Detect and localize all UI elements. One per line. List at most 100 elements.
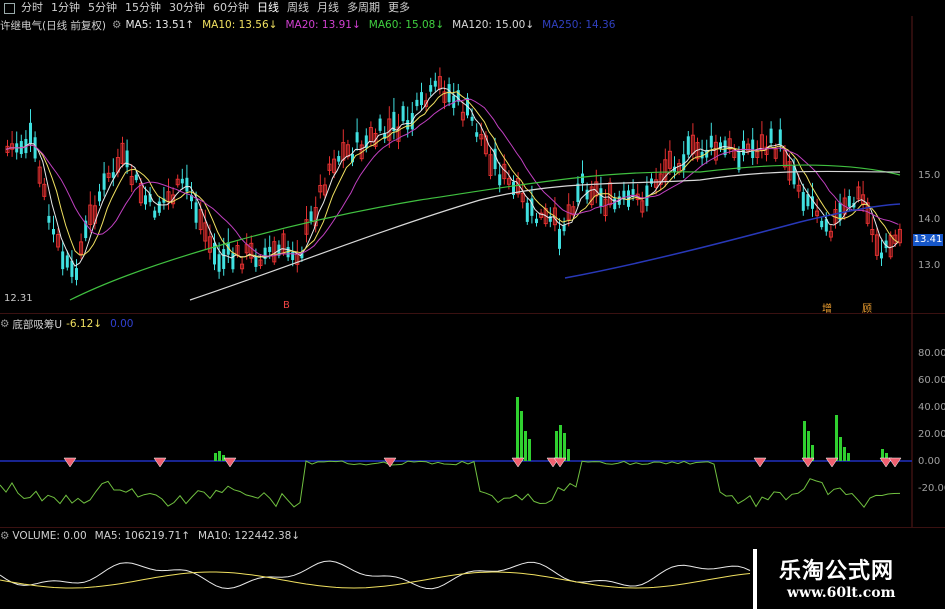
candle-body (144, 195, 147, 205)
candle-body (585, 189, 589, 200)
indicator-axis-label: 80.00 (918, 348, 945, 359)
accum-bar (520, 411, 523, 461)
candle-body (576, 183, 580, 203)
accum-bar (214, 453, 217, 461)
accum-bar (567, 449, 570, 461)
indicator-axis-label: 60.00 (918, 375, 945, 386)
candle-body (61, 251, 65, 270)
accum-line (0, 460, 901, 509)
candle-body (52, 229, 55, 235)
volume-lines (0, 560, 751, 590)
y-axis-label: 13.0 (918, 260, 941, 271)
candle-body (65, 255, 69, 268)
candle-body (231, 253, 235, 270)
candle-body (309, 211, 313, 222)
buy-signal-diamond (801, 457, 815, 468)
signal-marker: 增 (822, 304, 832, 315)
candle-body (29, 122, 32, 144)
indicator-axis-label: 40.00 (918, 402, 945, 413)
candle-body (525, 202, 529, 222)
low-price-label: 12.31 (4, 293, 33, 304)
signal-marker: B (283, 300, 290, 311)
accum-bar (218, 451, 221, 461)
candle-body (102, 173, 106, 190)
y-axis-label: 15.0 (918, 170, 941, 181)
indicator-axis-label: -20.00 (918, 483, 945, 494)
candle-body (194, 202, 198, 223)
candle-body (75, 268, 78, 280)
site-watermark: 乐淘公式网 www.60lt.com (753, 549, 945, 609)
candle-body (268, 246, 272, 252)
ma60-line (69, 164, 901, 301)
ma120-line (189, 170, 901, 301)
candle-body (429, 85, 433, 92)
candle-body (581, 173, 584, 184)
signal-marker: 顾 (862, 304, 872, 315)
candle-body (558, 228, 561, 249)
candle-body (599, 188, 603, 207)
candle-body (737, 150, 741, 170)
accum-bar (843, 447, 846, 461)
candle-body (153, 210, 157, 218)
candle-body (378, 118, 382, 131)
accum-bar (563, 433, 566, 461)
candle-body (806, 194, 810, 207)
accum-bar (516, 397, 519, 461)
kline-chart-canvas[interactable] (0, 0, 945, 609)
candle-body (337, 156, 341, 162)
accum-bar (835, 415, 838, 461)
candle-body (498, 174, 502, 186)
candle-body (134, 174, 138, 181)
candlestick-series (5, 67, 902, 286)
candle-body (222, 249, 226, 269)
buy-signal-diamond (223, 457, 237, 468)
buy-signal-diamond (888, 457, 902, 468)
accum-bar (807, 431, 810, 461)
candle-body (415, 99, 419, 107)
candle-body (778, 129, 782, 146)
candle-body (751, 139, 755, 159)
buy-signal-diamond (63, 457, 77, 468)
ma5-line (5, 87, 899, 267)
candle-body (185, 177, 189, 192)
buy-signal-diamond (153, 457, 167, 468)
candle-body (406, 120, 410, 130)
candle-body (820, 220, 824, 228)
candle-body (475, 132, 479, 137)
accum-bar (839, 437, 842, 461)
ma250-line (564, 203, 901, 279)
accum-bar (803, 421, 806, 461)
candle-body (650, 178, 653, 184)
candle-body (686, 136, 690, 155)
current-price-tag: 13.41 (913, 234, 943, 246)
candle-body (535, 218, 538, 224)
candle-body (801, 192, 805, 211)
candle-body (631, 189, 635, 195)
accum-bar (559, 425, 562, 461)
candle-body (433, 80, 437, 87)
buy-signal-diamond (753, 457, 767, 468)
candle-body (291, 251, 295, 261)
accum-bar (528, 439, 531, 461)
candle-body (180, 178, 184, 184)
candle-body (769, 128, 773, 144)
indicator-axis-label: 0.00 (918, 456, 941, 467)
candle-body (217, 254, 221, 272)
buy-signal-diamond (511, 457, 525, 468)
ma10-line (5, 91, 899, 258)
candle-body (157, 201, 161, 213)
candle-body (470, 116, 474, 121)
candle-body (613, 198, 617, 210)
candle-body (125, 150, 129, 168)
indicator-axis-label: 20.00 (918, 429, 945, 440)
y-axis-label: 14.0 (918, 214, 941, 225)
buy-signal-diamond (825, 457, 839, 468)
accumulation-indicator (0, 397, 912, 509)
candle-body (47, 215, 51, 223)
watermark-title: 乐淘公式网 (779, 558, 895, 584)
watermark-url: www.60lt.com (787, 585, 896, 601)
candle-body (709, 135, 713, 148)
candle-body (880, 252, 883, 259)
accum-bar (555, 431, 558, 461)
candle-body (401, 106, 405, 122)
